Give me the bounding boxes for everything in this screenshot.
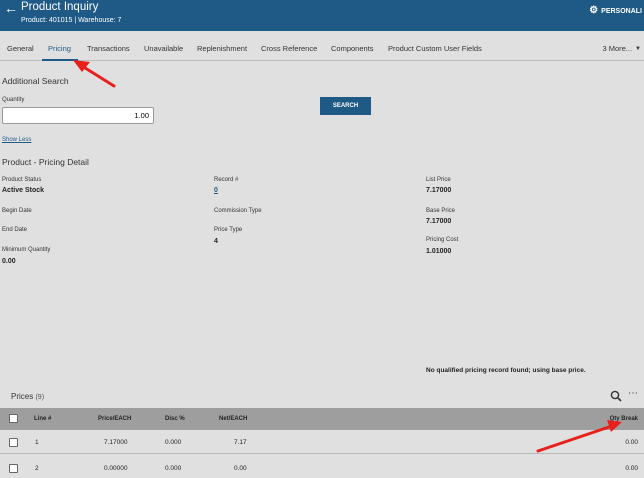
cell-line: 1 <box>35 439 39 446</box>
tab-cross-reference[interactable]: Cross Reference <box>261 44 317 53</box>
column-line[interactable]: Line # <box>34 416 51 422</box>
tab-pricing[interactable]: Pricing <box>48 44 71 53</box>
search-button[interactable]: SEARCH <box>320 97 371 115</box>
cell-line: 2 <box>35 465 39 472</box>
tab-product-custom-user-fields[interactable]: Product Custom User Fields <box>388 44 482 53</box>
prices-title-label: Prices <box>11 392 34 401</box>
price-type-value: 4 <box>214 238 218 245</box>
personalize-label: PERSONALI <box>601 7 642 15</box>
tab-general[interactable]: General <box>7 44 34 53</box>
record-label: Record # <box>214 177 239 183</box>
cell-disc: 0.000 <box>165 439 182 446</box>
column-qty-break[interactable]: Qty Break <box>610 416 638 422</box>
product-status-value: Active Stock <box>2 187 45 194</box>
annotation-arrow-pricing <box>80 64 116 88</box>
tab-components[interactable]: Components <box>331 44 374 53</box>
minimum-quantity-label: Minimum Quantity <box>2 247 51 253</box>
pricing-detail-title: Product - Pricing Detail <box>2 157 89 167</box>
back-arrow-icon[interactable]: ← <box>4 1 18 15</box>
cell-price-each: 7.17000 <box>104 439 128 446</box>
annotation-arrowhead-pricing <box>73 60 90 72</box>
tab-unavailable[interactable]: Unavailable <box>144 44 183 53</box>
row-checkbox[interactable] <box>9 464 18 473</box>
more-options-icon[interactable]: ⋯ <box>628 389 638 399</box>
product-status-label: Product Status <box>2 177 42 183</box>
quantity-input[interactable] <box>2 107 154 124</box>
gear-icon: ⚙ <box>589 5 599 16</box>
price-type-label: Price Type <box>214 227 243 233</box>
commission-type-label: Commission Type <box>214 208 262 214</box>
quantity-label: Quantity <box>2 97 25 103</box>
prices-grid-header: Line # Price/EACH Disc % Net/EACH Qty Br… <box>0 408 644 430</box>
column-disc[interactable]: Disc % <box>165 416 185 422</box>
column-price-each[interactable]: Price/EACH <box>98 416 131 422</box>
personalize-button[interactable]: ⚙ PERSONALI <box>589 6 642 16</box>
cell-net-each: 0.00 <box>234 465 247 472</box>
cell-net-each: 7.17 <box>234 439 247 446</box>
show-less-link[interactable]: Show Less <box>2 137 31 143</box>
tab-replenishment[interactable]: Replenishment <box>197 44 247 53</box>
prices-count: (9) <box>35 394 45 401</box>
list-price-value: 7.17000 <box>426 187 452 194</box>
additional-search-title: Additional Search <box>2 76 69 86</box>
more-tabs-label: 3 More... <box>602 44 633 53</box>
page-subtitle: Product: 401015 | Warehouse: 7 <box>21 17 122 24</box>
active-tab-indicator <box>42 59 78 61</box>
begin-date-label: Begin Date <box>2 208 32 214</box>
table-row[interactable]: 1 7.17000 0.000 7.17 0.00 <box>0 430 644 454</box>
end-date-label: End Date <box>2 227 28 233</box>
row-checkbox[interactable] <box>9 438 18 447</box>
pricing-cost-label: Pricing Cost <box>426 237 459 243</box>
cell-price-each: 0.00000 <box>104 465 128 472</box>
tab-bar: General Pricing Transactions Unavailable… <box>0 31 644 61</box>
table-row[interactable]: 2 0.00000 0.000 0.00 0.00 <box>0 455 644 478</box>
cell-disc: 0.000 <box>165 465 182 472</box>
column-net-each[interactable]: Net/EACH <box>219 416 247 422</box>
base-price-value: 7.17000 <box>426 218 452 225</box>
tab-transactions[interactable]: Transactions <box>87 44 130 53</box>
page-title: Product Inquiry <box>21 1 99 13</box>
base-price-label: Base Price <box>426 208 456 214</box>
caret-down-icon: ▼ <box>635 45 641 52</box>
app-header: ← Product Inquiry Product: 401015 | Ware… <box>0 0 644 31</box>
more-tabs-dropdown[interactable]: 3 More... ▼ <box>602 44 641 53</box>
list-price-label: List Price <box>426 177 451 183</box>
cell-qty-break: 0.00 <box>625 439 638 446</box>
search-icon[interactable] <box>610 390 622 402</box>
cell-qty-break: 0.00 <box>625 465 638 472</box>
pricing-cost-value: 1.01000 <box>426 248 452 255</box>
select-all-checkbox[interactable] <box>9 414 18 423</box>
annotation-arrows <box>73 60 622 453</box>
pricing-notice: No qualified pricing record found; using… <box>426 367 586 374</box>
minimum-quantity-value: 0.00 <box>2 258 16 265</box>
prices-title: Prices (9) <box>11 392 44 401</box>
record-link[interactable]: 0 <box>214 187 218 194</box>
